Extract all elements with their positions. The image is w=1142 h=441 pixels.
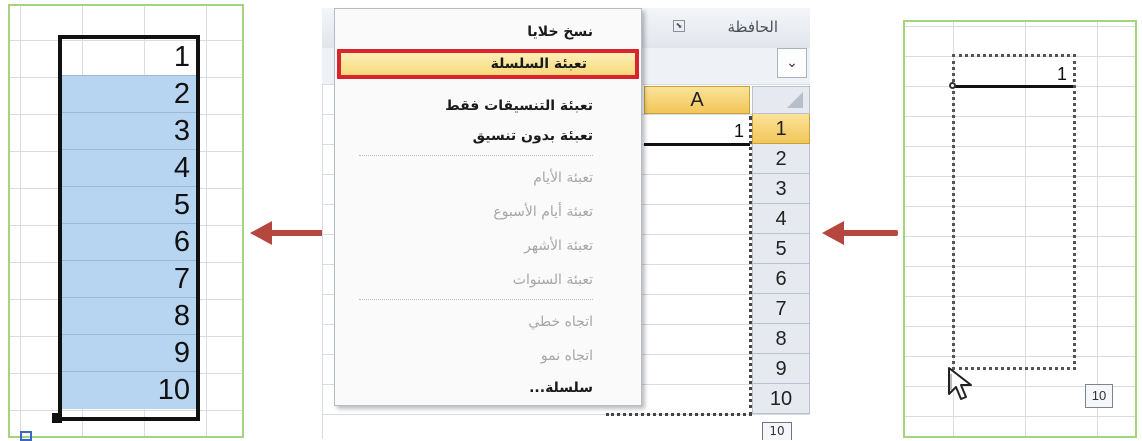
row-header[interactable]: 8 (752, 324, 810, 354)
menu-item-fill-days[interactable]: تعبئة الأيام (335, 163, 641, 193)
menu-item-linear-trend[interactable]: اتجاه خطي (335, 307, 641, 337)
chevron-down-icon[interactable]: ⌄ (777, 48, 807, 78)
row-headers: 1 2 3 4 5 6 7 8 9 10 (752, 114, 810, 414)
series-cell[interactable]: 7 (62, 261, 196, 298)
series-cell[interactable]: 9 (62, 335, 196, 372)
row-header[interactable]: 9 (752, 354, 810, 384)
series-cell[interactable]: 5 (62, 187, 196, 224)
menu-separator (359, 299, 593, 300)
row-header[interactable]: 6 (752, 264, 810, 294)
menu-separator (359, 155, 593, 156)
row-header[interactable]: 3 (752, 174, 810, 204)
menu-item-fill-series[interactable]: تعبئة السلسلة (337, 49, 639, 79)
dialog-launcher-icon[interactable]: ⬊ (673, 20, 685, 32)
fill-handle[interactable] (949, 82, 956, 89)
series-cell[interactable]: 6 (62, 224, 196, 261)
series-cell[interactable]: 4 (62, 150, 196, 187)
autofill-options-menu: نسخ خلايا تعبئة السلسلة تعبئة التنسيقات … (334, 8, 642, 406)
row-header[interactable]: 4 (752, 204, 810, 234)
drag-range-marquee (952, 54, 1076, 370)
menu-item-fill-months[interactable]: تعبئة الأشهر (335, 231, 641, 261)
filled-series-range[interactable]: 1 2 3 4 5 6 7 8 9 10 (58, 35, 200, 421)
left-arrow-icon (822, 221, 898, 245)
series-cell[interactable]: 8 (62, 298, 196, 335)
menu-item-fill-formatting-only[interactable]: تعبئة التنسيقات فقط (335, 91, 641, 121)
left-arrow-icon (250, 221, 326, 245)
menu-item-fill-years[interactable]: تعبئة السنوات (335, 265, 641, 295)
cell-a1[interactable]: 1 (955, 60, 1073, 88)
row-header[interactable]: 10 (752, 384, 810, 414)
column-header-a[interactable]: A (644, 86, 750, 114)
row-header[interactable]: 5 (752, 234, 810, 264)
autofill-options-icon[interactable] (20, 431, 32, 441)
mouse-pointer-icon (948, 367, 972, 400)
menu-item-fill-without-formatting[interactable]: تعبئة بدون تنسيق (335, 121, 641, 151)
row-header[interactable]: 2 (752, 144, 810, 174)
row-header[interactable]: 7 (752, 294, 810, 324)
series-cell[interactable]: 1 (62, 39, 196, 76)
series-cell[interactable]: 2 (62, 76, 196, 113)
autofill-options-badge[interactable]: 10 (762, 422, 792, 440)
autofill-count-badge: 10 (1085, 384, 1113, 408)
menu-item-copy-cells[interactable]: نسخ خلايا (335, 17, 641, 47)
row-header[interactable]: 1 (752, 114, 810, 144)
series-cell[interactable]: 10 (62, 372, 196, 409)
menu-item-fill-weekdays[interactable]: تعبئة أيام الأسبوع (335, 197, 641, 227)
select-all-corner[interactable] (752, 86, 810, 114)
fill-handle[interactable] (52, 413, 62, 423)
select-all-triangle-icon (787, 92, 803, 108)
clipboard-group-label: الحافظة (727, 18, 778, 36)
menu-item-growth-trend[interactable]: اتجاه نمو (335, 341, 641, 371)
series-cell[interactable]: 3 (62, 113, 196, 150)
menu-item-series-dialog[interactable]: سلسلة... (335, 373, 641, 403)
